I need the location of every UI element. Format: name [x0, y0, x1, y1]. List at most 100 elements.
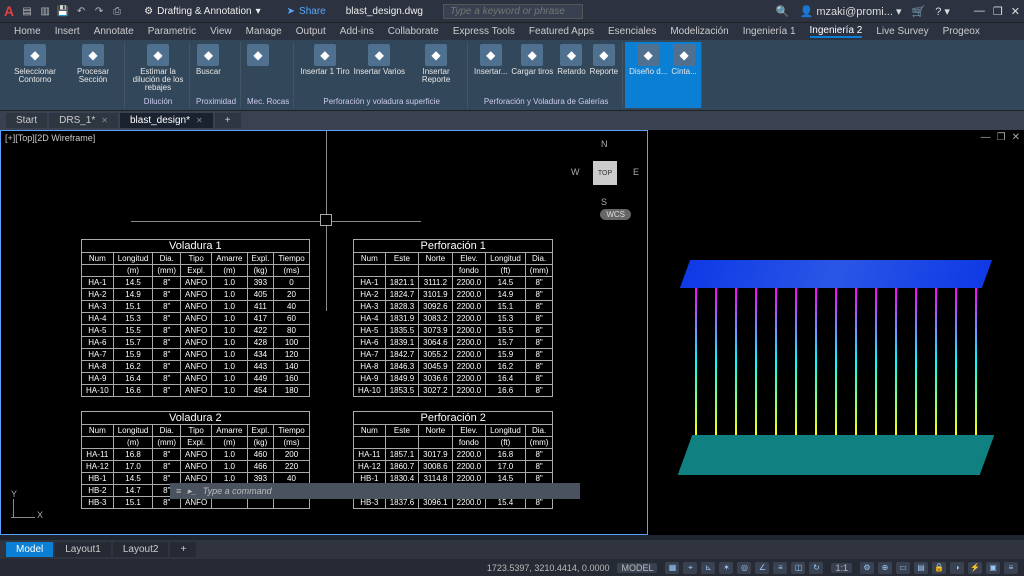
ribbon-button-buscar[interactable]: ◆Buscar: [196, 44, 221, 76]
ribbon-tab-featured-apps[interactable]: Featured Apps: [529, 26, 594, 37]
annotation-scale[interactable]: 1:1: [831, 563, 852, 573]
window-close-icon[interactable]: ✕: [1011, 5, 1020, 18]
search-icon[interactable]: 🔍: [776, 5, 790, 18]
ribbon-tab-express-tools[interactable]: Express Tools: [453, 26, 515, 37]
ribbon-tab-modelizaci-n[interactable]: Modelización: [670, 26, 728, 37]
ribbon-button-cinta-[interactable]: ◆Cinta...: [671, 44, 696, 76]
ribbon-button-reporte[interactable]: ◆Reporte: [590, 44, 618, 76]
model-space[interactable]: [+][Top][2D Wireframe] N S E W TOP WCS V…: [0, 130, 1024, 535]
workspace-dropdown[interactable]: ⚙ Drafting & Annotation ▾: [136, 4, 269, 19]
ribbon-tab-esenciales[interactable]: Esenciales: [608, 26, 656, 37]
ribbon-panel-5: ◆Insertar...◆Cargar tiros◆Retardo◆Report…: [470, 42, 623, 108]
vp-minimize-icon[interactable]: —: [981, 132, 991, 143]
doc-tab-drs-1-[interactable]: DRS_1*✕: [49, 113, 118, 128]
window-minimize-icon[interactable]: —: [974, 5, 985, 18]
ribbon-tab-output[interactable]: Output: [296, 26, 326, 37]
wcs-badge[interactable]: WCS: [600, 209, 631, 220]
ribbon-button-insertar-varios[interactable]: ◆Insertar Varios: [354, 44, 405, 84]
help-icon[interactable]: ? ▾: [935, 5, 950, 18]
hwaccel-icon[interactable]: ⚡: [968, 562, 982, 574]
keyword-search-input[interactable]: [443, 4, 583, 19]
transparency-toggle-icon[interactable]: ◫: [791, 562, 805, 574]
quickprops-icon[interactable]: ▤: [914, 562, 928, 574]
qat-print-icon[interactable]: ⎙: [110, 4, 124, 18]
ribbon-button-retardo[interactable]: ◆Retardo: [557, 44, 585, 76]
add-layout-button[interactable]: +: [170, 542, 196, 557]
ribbon-button-insertar-[interactable]: ◆Insertar...: [474, 44, 507, 76]
close-icon[interactable]: ✕: [196, 116, 203, 125]
layout-tab-layout1[interactable]: Layout1: [55, 542, 111, 557]
cmdline-handle-icon[interactable]: ≡: [176, 486, 181, 496]
ortho-toggle-icon[interactable]: ⊾: [701, 562, 715, 574]
cycling-toggle-icon[interactable]: ↻: [809, 562, 823, 574]
isolate-icon[interactable]: ◑: [950, 562, 964, 574]
qat-undo-icon[interactable]: ↶: [74, 4, 88, 18]
qat-save-icon[interactable]: 💾: [56, 4, 70, 18]
grid-toggle-icon[interactable]: ▦: [665, 562, 679, 574]
ribbon-tab-live-survey[interactable]: Live Survey: [876, 26, 928, 37]
polar-toggle-icon[interactable]: ✶: [719, 562, 733, 574]
workspace-switch-icon[interactable]: ⚙: [860, 562, 874, 574]
ribbon-button-insertar-1-tiro[interactable]: ◆Insertar 1 Tiro: [300, 44, 349, 84]
viewcube[interactable]: N S E W TOP: [573, 141, 637, 205]
ribbon-tab-annotate[interactable]: Annotate: [94, 26, 134, 37]
viewport-left[interactable]: [+][Top][2D Wireframe] N S E W TOP WCS V…: [0, 130, 648, 535]
viewcube-top[interactable]: TOP: [593, 161, 617, 185]
ribbon-glyph-icon: ◆: [247, 44, 269, 66]
snap-toggle-icon[interactable]: ⌖: [683, 562, 697, 574]
ribbon-tab-ingenier-a-2[interactable]: Ingeniería 2: [810, 25, 863, 38]
units-icon[interactable]: ▭: [896, 562, 910, 574]
ribbon-button-estimar-la-diluci-n-de-los-rebajes[interactable]: ◆Estimar la dilución de los rebajes: [131, 44, 185, 92]
layout-tab-layout2[interactable]: Layout2: [113, 542, 169, 557]
autodesk-app-icon[interactable]: 🛒: [912, 5, 926, 18]
compass-e[interactable]: E: [633, 167, 639, 177]
lineweight-toggle-icon[interactable]: ≡: [773, 562, 787, 574]
ribbon-tab-add-ins[interactable]: Add-ins: [340, 26, 374, 37]
qat-redo-icon[interactable]: ↷: [92, 4, 106, 18]
ribbon-tab-insert[interactable]: Insert: [55, 26, 80, 37]
command-line[interactable]: ≡ ▸_ Type a command: [170, 483, 580, 499]
ribbon-button-insertar-reporte[interactable]: ◆Insertar Reporte: [409, 44, 463, 84]
vp-maximize-icon[interactable]: ❐: [997, 132, 1006, 143]
window-restore-icon[interactable]: ❐: [993, 5, 1003, 18]
ribbon-tab-ingenier-a-1[interactable]: Ingeniería 1: [743, 26, 796, 37]
layout-tab-model[interactable]: Model: [6, 542, 53, 557]
qat-open-icon[interactable]: ▥: [38, 4, 52, 18]
compass-w[interactable]: W: [571, 167, 580, 177]
doc-tab-start[interactable]: Start: [6, 113, 47, 128]
ucs-icon[interactable]: Y X: [11, 489, 35, 518]
share-icon: ➤: [287, 6, 295, 17]
ribbon-button-seleccionar-contorno[interactable]: ◆Seleccionar Contorno: [8, 44, 62, 84]
status-space[interactable]: MODEL: [617, 563, 657, 573]
ribbon-tab-collaborate[interactable]: Collaborate: [388, 26, 439, 37]
ribbon-tab-manage[interactable]: Manage: [246, 26, 282, 37]
new-tab-button[interactable]: +: [215, 113, 241, 128]
ribbon-button-label: Retardo: [557, 68, 585, 76]
viewport-right[interactable]: — ❐ ✕: [648, 130, 1024, 535]
ribbon-tab-progeox[interactable]: Progeox: [943, 26, 980, 37]
vp-close-icon[interactable]: ✕: [1012, 132, 1020, 143]
lock-ui-icon[interactable]: 🔒: [932, 562, 946, 574]
ribbon-button-icon[interactable]: ◆: [247, 44, 269, 68]
osnap-toggle-icon[interactable]: ◎: [737, 562, 751, 574]
ribbon-tab-view[interactable]: View: [210, 26, 232, 37]
ribbon-button-dise-o-d-[interactable]: ◆Diseño d...: [629, 44, 667, 76]
customization-icon[interactable]: ≡: [1004, 562, 1018, 574]
compass-n[interactable]: N: [601, 139, 608, 149]
compass-s[interactable]: S: [601, 197, 607, 207]
bench-surface: [678, 435, 995, 475]
cleanscreen-icon[interactable]: ▣: [986, 562, 1000, 574]
ribbon-tab-home[interactable]: Home: [14, 26, 41, 37]
ribbon-button-cargar-tiros[interactable]: ◆Cargar tiros: [511, 44, 553, 76]
doc-tab-blast-design-[interactable]: blast_design*✕: [120, 113, 213, 128]
ribbon-button-procesar-secci-n[interactable]: ◆Procesar Sección: [66, 44, 120, 84]
viewport-label[interactable]: [+][Top][2D Wireframe]: [5, 133, 95, 143]
ribbon-button-label: Estimar la dilución de los rebajes: [131, 68, 185, 92]
annotation-monitor-icon[interactable]: ⊕: [878, 562, 892, 574]
signin-user[interactable]: 👤 mzaki@promi... ▾: [800, 5, 902, 18]
share-button[interactable]: ➤ Share: [287, 6, 326, 17]
ribbon-tab-parametric[interactable]: Parametric: [148, 26, 196, 37]
close-icon[interactable]: ✕: [101, 116, 108, 125]
qat-new-icon[interactable]: ▤: [20, 4, 34, 18]
otrack-toggle-icon[interactable]: ∠: [755, 562, 769, 574]
